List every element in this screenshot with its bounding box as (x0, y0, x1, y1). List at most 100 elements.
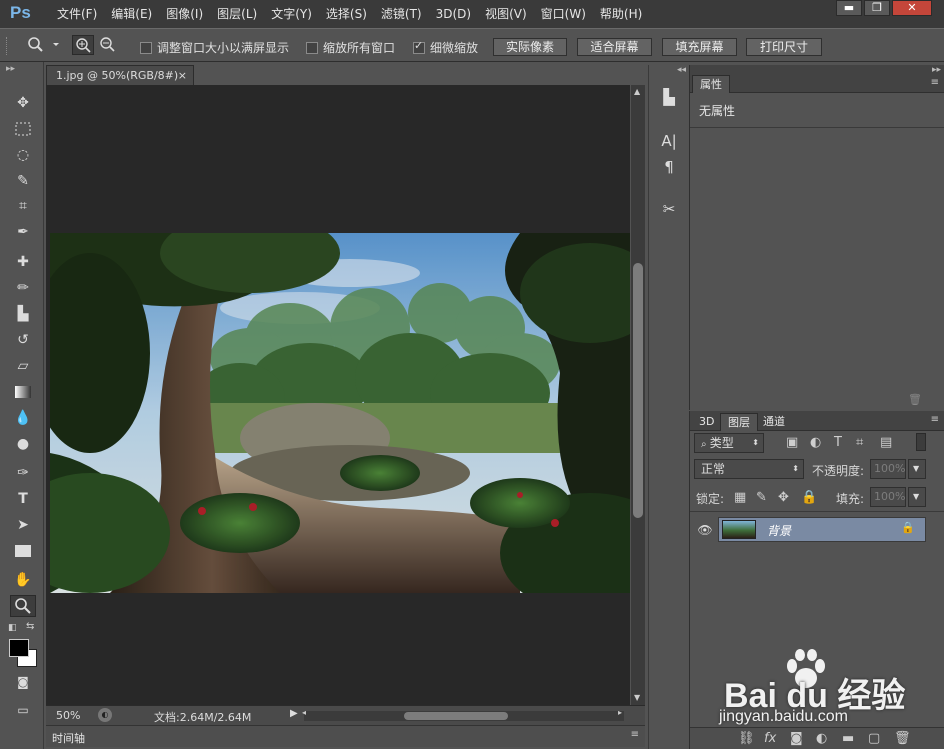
zoom-level[interactable]: 50% (56, 709, 80, 722)
scroll-right-icon[interactable]: ▸ (618, 708, 622, 717)
type-filter-icon[interactable]: T (834, 435, 842, 450)
zoom-all-checkbox[interactable] (306, 41, 318, 54)
grip-handle[interactable] (6, 37, 9, 55)
quick-mask-icon[interactable]: ◙ (10, 671, 36, 693)
actual-pixels-button[interactable]: 实际像素 (493, 38, 567, 56)
status-info-icon[interactable]: ◐ (98, 708, 112, 722)
lasso-tool-icon[interactable]: ◌ (10, 144, 36, 166)
tab-layers[interactable]: 图层 (720, 413, 758, 431)
fill-screen-button[interactable]: 填充屏幕 (662, 38, 737, 56)
swap-colors-icon[interactable]: ⇆ (26, 621, 34, 632)
tool-preset-picker[interactable] (24, 35, 64, 55)
restore-button[interactable]: ❐ (864, 0, 890, 16)
healing-brush-tool-icon[interactable]: ✚ (10, 251, 36, 273)
blend-mode-select[interactable]: 正常 ⬍ (694, 459, 804, 479)
hand-tool-icon[interactable]: ✋ (10, 569, 36, 591)
brush-presets-icon[interactable]: ✂ (655, 197, 683, 221)
stamp-tool-icon[interactable]: ▙ (10, 303, 36, 325)
minimize-button[interactable]: ▬ (836, 0, 862, 16)
menu-window[interactable]: 窗口(W) (534, 6, 593, 22)
vertical-scrollbar[interactable]: ▲ ▼ (631, 85, 645, 705)
tab-channels[interactable]: 通道 (756, 413, 792, 431)
quick-select-tool-icon[interactable]: ✎ (10, 170, 36, 192)
dodge-tool-icon[interactable]: ● (10, 433, 36, 455)
timeline-tab[interactable]: 时间轴 (52, 730, 85, 746)
scroll-left-icon[interactable]: ◂ (302, 708, 306, 717)
close-tab-icon[interactable]: × (178, 66, 187, 86)
pen-tool-icon[interactable]: ✑ (10, 462, 36, 484)
zoom-all-option[interactable]: 缩放所有窗口 (306, 39, 395, 56)
paragraph-panel-icon[interactable]: ¶ (655, 155, 683, 179)
zoom-in-button[interactable] (72, 35, 94, 55)
blur-tool-icon[interactable]: 💧 (10, 407, 36, 429)
screen-mode-icon[interactable]: ▭ (10, 699, 36, 721)
lock-pixels-icon[interactable]: ✎ (756, 490, 767, 505)
eraser-tool-icon[interactable]: ▱ (10, 355, 36, 377)
zoom-out-button[interactable] (97, 35, 119, 55)
layer-row-background[interactable]: 背景 🔒 (718, 517, 926, 542)
menu-view[interactable]: 视图(V) (478, 6, 534, 22)
lock-transparent-icon[interactable]: ▦ (734, 490, 746, 505)
scrubby-zoom-option[interactable]: 细微缩放 (413, 39, 478, 56)
close-button[interactable]: ✕ (892, 0, 932, 16)
document-tab[interactable]: 1.jpg @ 50%(RGB/8#) × (46, 65, 194, 85)
gradient-tool-icon[interactable] (10, 381, 36, 403)
marquee-tool-icon[interactable] (10, 118, 36, 140)
resize-windows-checkbox[interactable] (140, 41, 152, 54)
adjustment-filter-icon[interactable]: ◐ (810, 435, 821, 450)
properties-menu-icon[interactable]: ≡ (931, 77, 939, 88)
opacity-dropdown-icon[interactable]: ▼ (908, 459, 926, 479)
scrubby-zoom-checkbox[interactable] (413, 39, 425, 54)
vertical-scroll-thumb[interactable] (633, 263, 643, 518)
menu-type[interactable]: 文字(Y) (264, 6, 319, 22)
zoom-tool-icon[interactable] (10, 595, 36, 617)
menu-file[interactable]: 文件(F) (50, 6, 104, 22)
collapse-toolbar-icon[interactable]: ▸▸ (6, 64, 15, 74)
menu-image[interactable]: 图像(I) (159, 6, 210, 22)
menu-select[interactable]: 选择(S) (319, 6, 374, 22)
smart-object-filter-icon[interactable]: ▤ (880, 435, 892, 450)
path-select-tool-icon[interactable]: ➤ (10, 514, 36, 536)
fit-screen-button[interactable]: 适合屏幕 (577, 38, 652, 56)
opacity-input[interactable]: 100% (870, 459, 906, 479)
print-size-button[interactable]: 打印尺寸 (746, 38, 822, 56)
horizontal-scrollbar[interactable]: ◂ ▸ (302, 708, 624, 721)
layers-menu-icon[interactable]: ≡ (931, 414, 939, 425)
type-tool-icon[interactable]: T (10, 488, 36, 510)
foreground-color-swatch[interactable] (9, 639, 29, 657)
menu-edit[interactable]: 编辑(E) (104, 6, 159, 22)
status-menu-arrow-icon[interactable]: ▶ (290, 708, 298, 719)
shape-filter-icon[interactable]: ⌗ (856, 435, 863, 450)
tab-properties[interactable]: 属性 (692, 75, 730, 93)
fill-dropdown-icon[interactable]: ▼ (908, 487, 926, 507)
pixel-filter-icon[interactable]: ▣ (786, 435, 798, 450)
character-panel-icon[interactable]: A| (655, 129, 683, 153)
crop-tool-icon[interactable]: ⌗ (10, 195, 36, 217)
timeline-menu-icon[interactable]: ≡ (631, 729, 639, 740)
menu-3d[interactable]: 3D(D) (429, 6, 478, 22)
lock-position-icon[interactable]: ✥ (778, 490, 789, 505)
collapse-panels-icon[interactable]: ▸▸ (932, 65, 941, 75)
history-brush-tool-icon[interactable]: ↺ (10, 329, 36, 351)
move-tool-icon[interactable]: ✥ (10, 92, 36, 114)
layer-name[interactable]: 背景 (767, 522, 791, 539)
lock-all-icon[interactable]: 🔒 (801, 490, 817, 505)
scroll-down-icon[interactable]: ▼ (634, 693, 640, 702)
horizontal-scroll-thumb[interactable] (404, 712, 508, 720)
visibility-eye-icon[interactable]: 👁 (694, 519, 716, 541)
default-colors-icon[interactable]: ◧ (8, 623, 17, 633)
resize-windows-option[interactable]: 调整窗口大小以满屏显示 (140, 39, 289, 56)
layer-filter-select[interactable]: ⌕ 类型 ⬍ (694, 433, 764, 453)
tab-3d[interactable]: 3D (692, 413, 721, 431)
menu-filter[interactable]: 滤镜(T) (374, 6, 429, 22)
menu-layer[interactable]: 图层(L) (210, 6, 264, 22)
shape-tool-icon[interactable] (10, 540, 36, 562)
eyedropper-tool-icon[interactable]: ✒ (10, 221, 36, 243)
collapse-dock-icon[interactable]: ◂◂ (677, 65, 686, 75)
filter-toggle[interactable] (916, 433, 926, 451)
menu-help[interactable]: 帮助(H) (593, 6, 649, 22)
tool-presets-icon[interactable]: ▙ (655, 85, 683, 109)
scroll-up-icon[interactable]: ▲ (634, 87, 640, 96)
fill-input[interactable]: 100% (870, 487, 906, 507)
brush-tool-icon[interactable]: ✏ (10, 277, 36, 299)
